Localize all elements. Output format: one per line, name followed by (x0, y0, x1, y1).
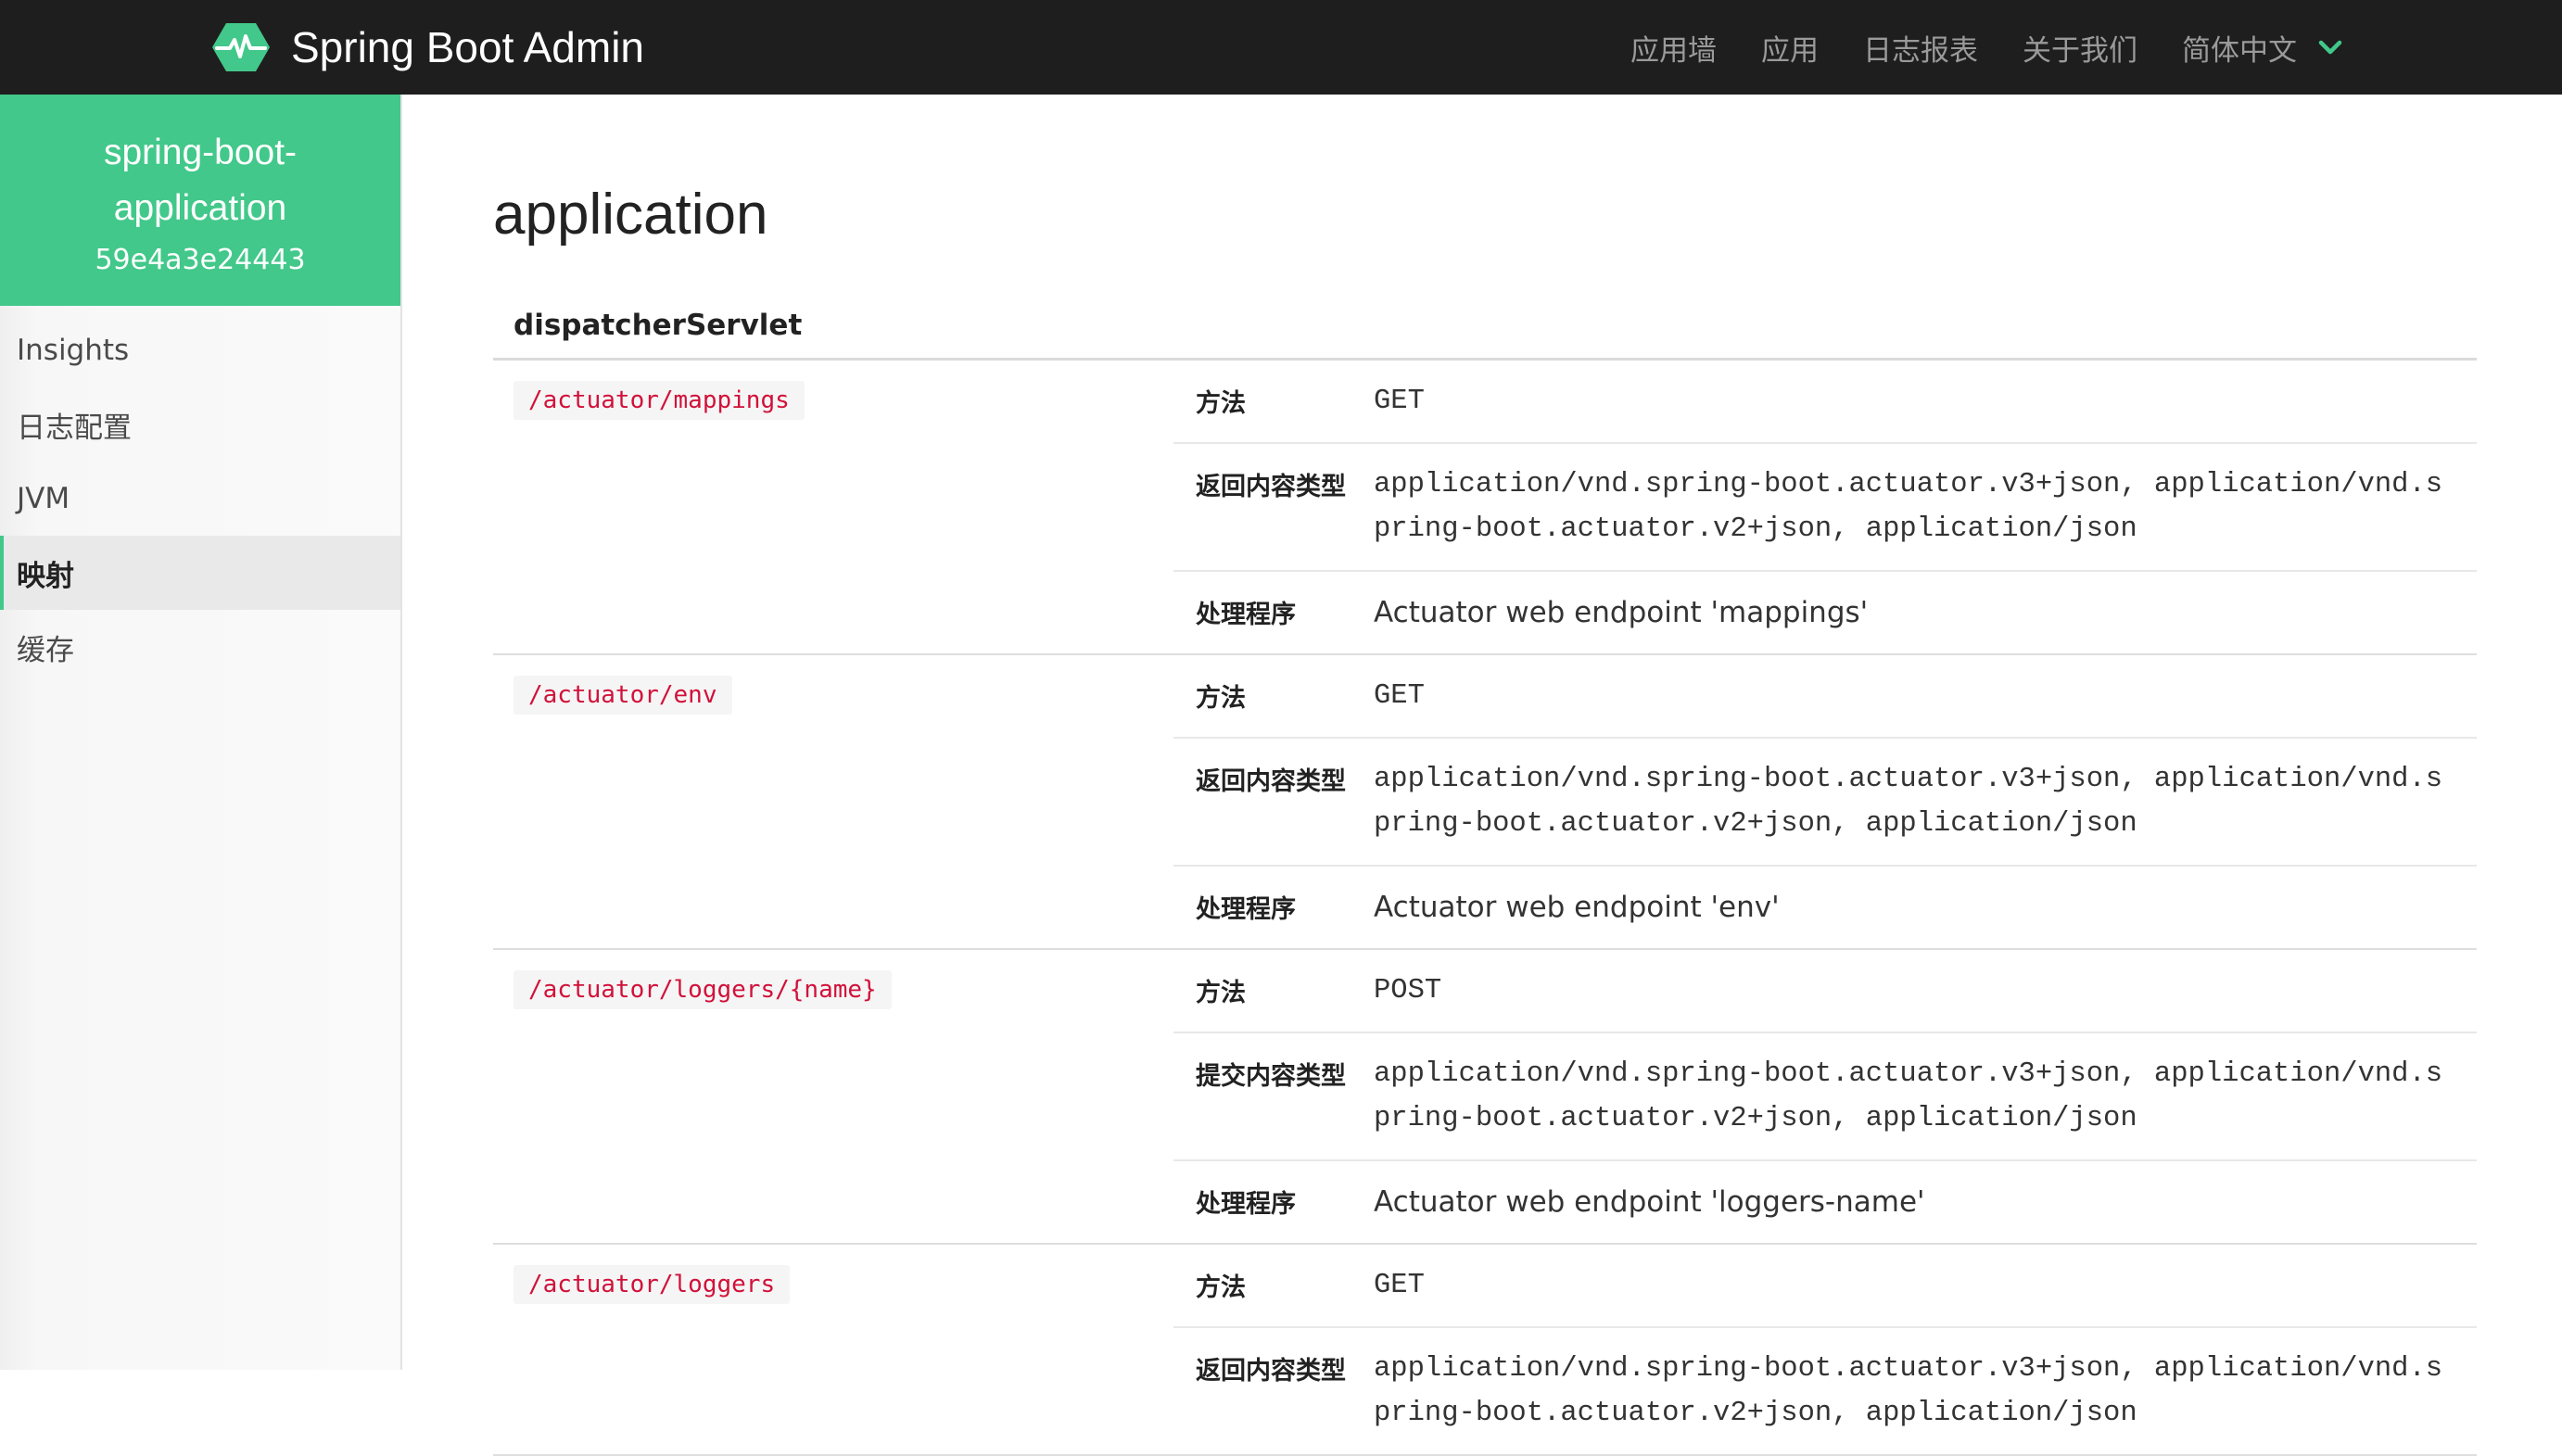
detail-row-handler: 处理程序 Actuator web endpoint 'loggers-name… (1173, 1159, 2477, 1243)
detail-value: application/vnd.spring-boot.actuator.v3+… (1374, 1353, 2443, 1429)
nav-item-wallboard[interactable]: 应用墙 (1630, 27, 1717, 69)
sidebar-item-insights[interactable]: Insights (0, 313, 400, 387)
detail-row-method: 方法 GET (1173, 361, 2477, 442)
nav-item-about[interactable]: 关于我们 (2023, 27, 2137, 69)
sidebar-item-mappings[interactable]: 映射 (0, 536, 400, 610)
instance-header: spring-boot-application 59e4a3e24443 (0, 95, 400, 306)
detail-row-handler: 处理程序 Actuator web endpoint 'mappings' (1173, 570, 2477, 653)
detail-label: 提交内容类型 (1196, 1062, 1346, 1091)
detail-value: application/vnd.spring-boot.actuator.v3+… (1374, 469, 2443, 545)
language-label: 简体中文 (2182, 33, 2297, 68)
page-title: application (493, 183, 768, 247)
detail-row-produces: 返回内容类型 application/vnd.spring-boot.actua… (1173, 442, 2477, 570)
top-navbar: Spring Boot Admin 应用墙 应用 日志报表 关于我们 简体中文 (0, 0, 2562, 95)
detail-row-produces: 返回内容类型 application/vnd.spring-boot.actua… (1173, 737, 2477, 865)
detail-label: 处理程序 (1196, 601, 1296, 629)
mapping-row: /actuator/env 方法 GET 返回内容类型 application/… (493, 655, 2477, 950)
detail-row-method: 方法 POST (1173, 950, 2477, 1032)
sidebar-item-jvm[interactable]: JVM (0, 462, 400, 536)
endpoint-path: /actuator/loggers/{name} (514, 970, 892, 1009)
detail-value: application/vnd.spring-boot.actuator.v3+… (1374, 1058, 2443, 1134)
detail-value: GET (1374, 386, 1425, 417)
nav-item-journal[interactable]: 日志报表 (1863, 27, 1978, 69)
mapping-row: /actuator/mappings 方法 GET 返回内容类型 applica… (493, 361, 2477, 655)
detail-value: application/vnd.spring-boot.actuator.v3+… (1374, 764, 2443, 840)
detail-label: 方法 (1196, 684, 1246, 713)
endpoint-details: 方法 GET 返回内容类型 application/vnd.spring-boo… (1173, 361, 2477, 653)
detail-row-consumes: 提交内容类型 application/vnd.spring-boot.actua… (1173, 1032, 2477, 1159)
sidebar: spring-boot-application 59e4a3e24443 Ins… (0, 95, 402, 1370)
endpoint-path: /actuator/mappings (514, 381, 805, 420)
heartbeat-logo-icon (212, 23, 270, 71)
endpoint-path-cell: /actuator/mappings (493, 361, 1173, 653)
endpoint-path-cell: /actuator/loggers (493, 1245, 1173, 1454)
app-name: spring-boot-application (103, 132, 298, 228)
detail-value: Actuator web endpoint 'loggers-name' (1374, 1185, 1925, 1219)
detail-label: 返回内容类型 (1196, 473, 1346, 501)
sidebar-item-loggers[interactable]: 日志配置 (0, 387, 400, 462)
sidebar-nav: Insights 日志配置 JVM 映射 缓存 (0, 306, 400, 684)
detail-label: 方法 (1196, 979, 1246, 1007)
endpoint-details: 方法 POST 提交内容类型 application/vnd.spring-bo… (1173, 950, 2477, 1243)
detail-label: 返回内容类型 (1196, 767, 1346, 796)
detail-row-method: 方法 GET (1173, 655, 2477, 737)
nav-item-applications[interactable]: 应用 (1761, 27, 1819, 69)
mapping-row: /actuator/loggers 方法 GET 返回内容类型 applicat… (493, 1245, 2477, 1456)
detail-value: GET (1374, 680, 1425, 712)
endpoint-path-cell: /actuator/loggers/{name} (493, 950, 1173, 1243)
mapping-row: /actuator/loggers/{name} 方法 POST 提交内容类型 … (493, 950, 2477, 1245)
detail-value: GET (1374, 1270, 1425, 1301)
endpoint-path: /actuator/env (514, 676, 732, 715)
detail-label: 方法 (1196, 389, 1246, 418)
detail-row-handler: 处理程序 Actuator web endpoint 'env' (1173, 865, 2477, 948)
detail-row-produces: 返回内容类型 application/vnd.spring-boot.actua… (1173, 1326, 2477, 1454)
detail-label: 处理程序 (1196, 1190, 1296, 1219)
language-selector[interactable]: 简体中文 (2182, 27, 2343, 69)
detail-value: Actuator web endpoint 'env' (1374, 891, 1780, 924)
sidebar-item-caches[interactable]: 缓存 (0, 610, 400, 684)
detail-value: POST (1374, 975, 1442, 1007)
detail-label: 方法 (1196, 1273, 1246, 1302)
detail-label: 处理程序 (1196, 895, 1296, 924)
brand[interactable]: Spring Boot Admin (211, 0, 644, 95)
detail-row-method: 方法 GET (1173, 1245, 2477, 1326)
nav-menu: 应用墙 应用 日志报表 关于我们 简体中文 (1630, 0, 2343, 95)
detail-value: Actuator web endpoint 'mappings' (1374, 596, 1869, 629)
endpoint-path-cell: /actuator/env (493, 655, 1173, 948)
endpoint-details: 方法 GET 返回内容类型 application/vnd.spring-boo… (1173, 655, 2477, 948)
endpoint-path: /actuator/loggers (514, 1265, 791, 1304)
servlet-group-header: dispatcherServlet (493, 293, 2477, 361)
endpoint-details: 方法 GET 返回内容类型 application/vnd.spring-boo… (1173, 1245, 2477, 1454)
brand-title: Spring Boot Admin (291, 23, 645, 71)
main-content: application dispatcherServlet /actuator/… (493, 95, 2477, 1456)
instance-id: 59e4a3e24443 (95, 243, 306, 276)
chevron-down-icon (2318, 40, 2342, 55)
detail-label: 返回内容类型 (1196, 1357, 1346, 1386)
